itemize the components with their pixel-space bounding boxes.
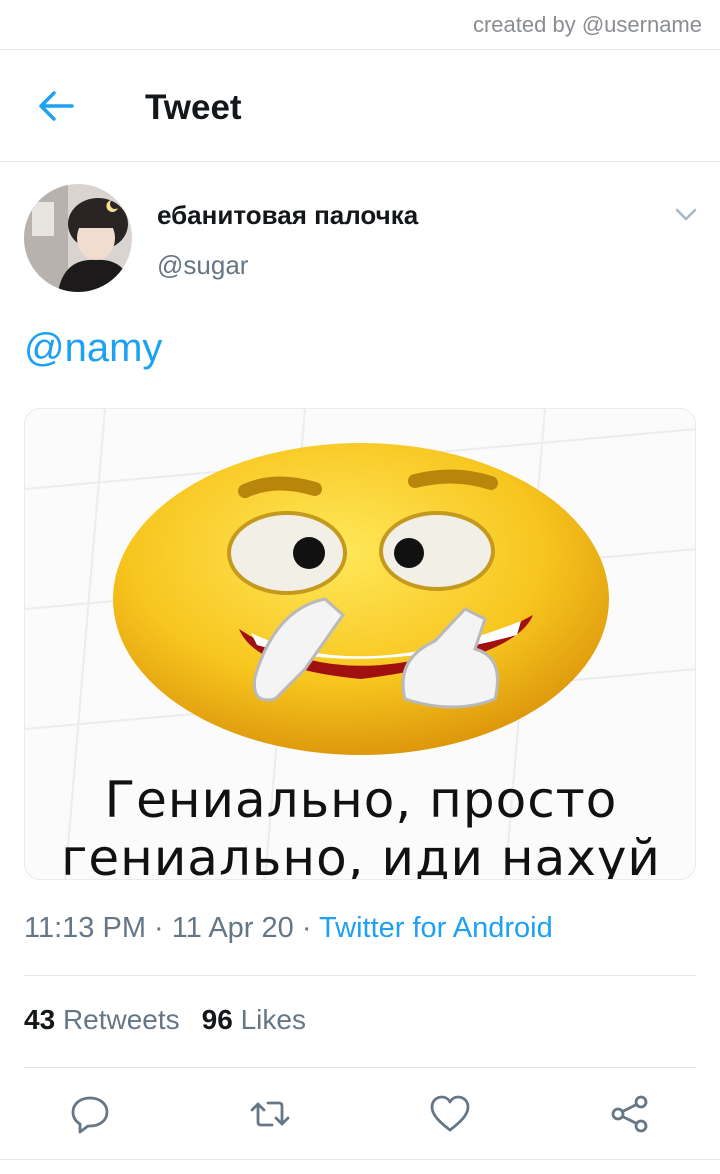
- likes-stat[interactable]: 96 Likes: [202, 1004, 306, 1035]
- back-button[interactable]: [34, 86, 78, 126]
- retweets-count: 43: [24, 1004, 56, 1035]
- tweet-stats: 43 Retweets 96 Likes: [24, 1004, 306, 1036]
- share-button[interactable]: [608, 1092, 652, 1136]
- meta-separator: ·: [293, 912, 320, 944]
- retweet-button[interactable]: [248, 1092, 292, 1136]
- retweets-label: Retweets: [62, 1004, 180, 1035]
- page-title: Tweet: [145, 88, 242, 127]
- meme-caption-line-1: Гениально, просто: [104, 771, 618, 829]
- meme-caption-line-2: гениально, иди нахуй: [61, 829, 661, 880]
- like-button[interactable]: [428, 1092, 472, 1136]
- tweet-source-link[interactable]: Twitter for Android: [319, 912, 553, 944]
- heart-icon: [430, 1095, 470, 1132]
- likes-count: 96: [201, 1004, 233, 1035]
- likes-label: Likes: [240, 1004, 306, 1035]
- tweet-metadata: 11:13 PM · 11 Apr 20 · Twitter for Andro…: [24, 912, 553, 945]
- tweet-time: 11:13 PM: [24, 912, 146, 944]
- watermark-text: created by @username: [472, 12, 702, 37]
- reply-button[interactable]: [68, 1092, 112, 1136]
- avatar-image: [24, 184, 132, 292]
- author-name[interactable]: ебанитовая палочка: [157, 200, 418, 231]
- avatar[interactable]: [24, 184, 132, 292]
- retweet-icon: [250, 1101, 290, 1127]
- author-handle[interactable]: @sugar: [157, 250, 248, 281]
- reply-icon: [71, 1096, 109, 1134]
- arrow-left-icon: [39, 91, 74, 121]
- tweet-options-button[interactable]: [672, 202, 700, 226]
- tweet-text-mention[interactable]: @namy: [24, 326, 162, 371]
- chevron-down-icon: [675, 208, 697, 221]
- tweet-author: ебанитовая палочка @sugar: [0, 162, 720, 302]
- share-icon: [611, 1095, 648, 1133]
- retweets-stat[interactable]: 43 Retweets: [24, 1004, 180, 1035]
- tweet-date: 11 Apr 20: [171, 912, 294, 944]
- tweet-media[interactable]: Гениально, просто гениально, иди нахуй: [24, 408, 696, 880]
- top-app-bar: Tweet: [0, 50, 720, 162]
- meta-separator: ·: [145, 912, 172, 944]
- tweet-actions-bar: [0, 1068, 720, 1160]
- divider: [24, 975, 696, 976]
- watermark-bar: created by @username: [0, 0, 720, 50]
